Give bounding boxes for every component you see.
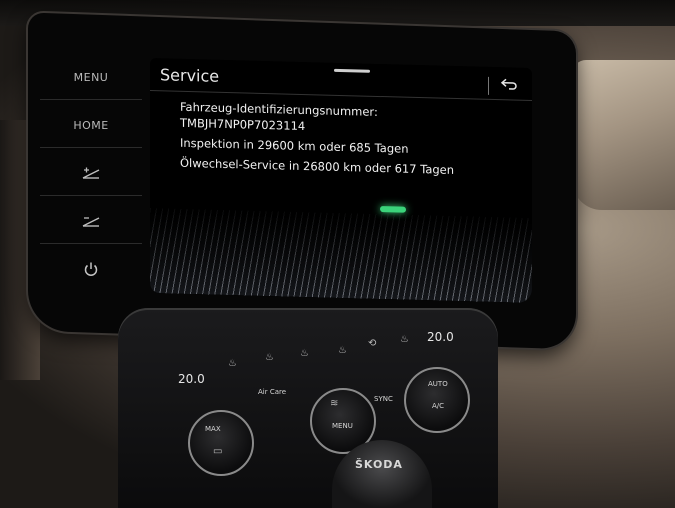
air-care-label[interactable]: Air Care	[258, 388, 286, 396]
menu-button[interactable]: MENU	[40, 55, 142, 100]
seat-heat-rear-icon[interactable]: ♨	[300, 348, 309, 359]
temp-right-display: 20.0	[427, 330, 454, 344]
max-defrost-label: MAX	[205, 425, 221, 433]
status-glow-indicator	[380, 206, 406, 213]
pull-down-handle[interactable]	[334, 68, 370, 73]
home-button-label: HOME	[73, 118, 109, 132]
right-temp-knob[interactable]	[404, 367, 470, 433]
menu-button-label: MENU	[73, 70, 109, 84]
brightness-up-button[interactable]	[40, 151, 142, 196]
center-menu-label: MENU	[332, 422, 353, 430]
back-button[interactable]	[494, 71, 524, 98]
brand-logo: ŠKODA	[355, 458, 403, 471]
decorative-grid-floor	[150, 208, 532, 304]
temp-left-display: 20.0	[178, 372, 205, 386]
power-icon	[84, 262, 98, 276]
seat-vent-right-icon[interactable]: ♨	[338, 345, 347, 356]
power-button[interactable]	[40, 247, 142, 291]
dashboard-trim-right	[572, 60, 675, 210]
ac-label: A/C	[432, 402, 445, 410]
hardware-button-column: MENU HOME	[40, 55, 145, 300]
left-temp-knob[interactable]	[188, 410, 254, 476]
back-arrow-icon	[500, 78, 517, 90]
defrost-icon: ≋	[330, 398, 339, 409]
home-button[interactable]: HOME	[40, 103, 142, 148]
sync-label[interactable]: SYNC	[374, 395, 393, 403]
seat-heat-right-icon[interactable]: ♨	[400, 334, 409, 345]
seat-heat-left-icon[interactable]: ♨	[228, 358, 237, 369]
page-title: Service	[160, 65, 220, 86]
seat-vent-left-icon[interactable]: ♨	[265, 352, 274, 363]
rear-defrost-icon: ▭	[213, 446, 223, 457]
service-info: Fahrzeug-Identifizierungsnummer: TMBJH7N…	[180, 99, 520, 180]
brightness-down-icon	[82, 217, 100, 227]
auto-label: AUTO	[428, 380, 448, 388]
brightness-down-button[interactable]	[40, 199, 142, 244]
recirculation-icon[interactable]: ⟲	[368, 338, 376, 349]
service-screen: Service Fahrzeug-Identifizierungsnummer:…	[150, 58, 532, 304]
brightness-up-icon	[82, 167, 100, 179]
header-divider	[488, 76, 489, 95]
